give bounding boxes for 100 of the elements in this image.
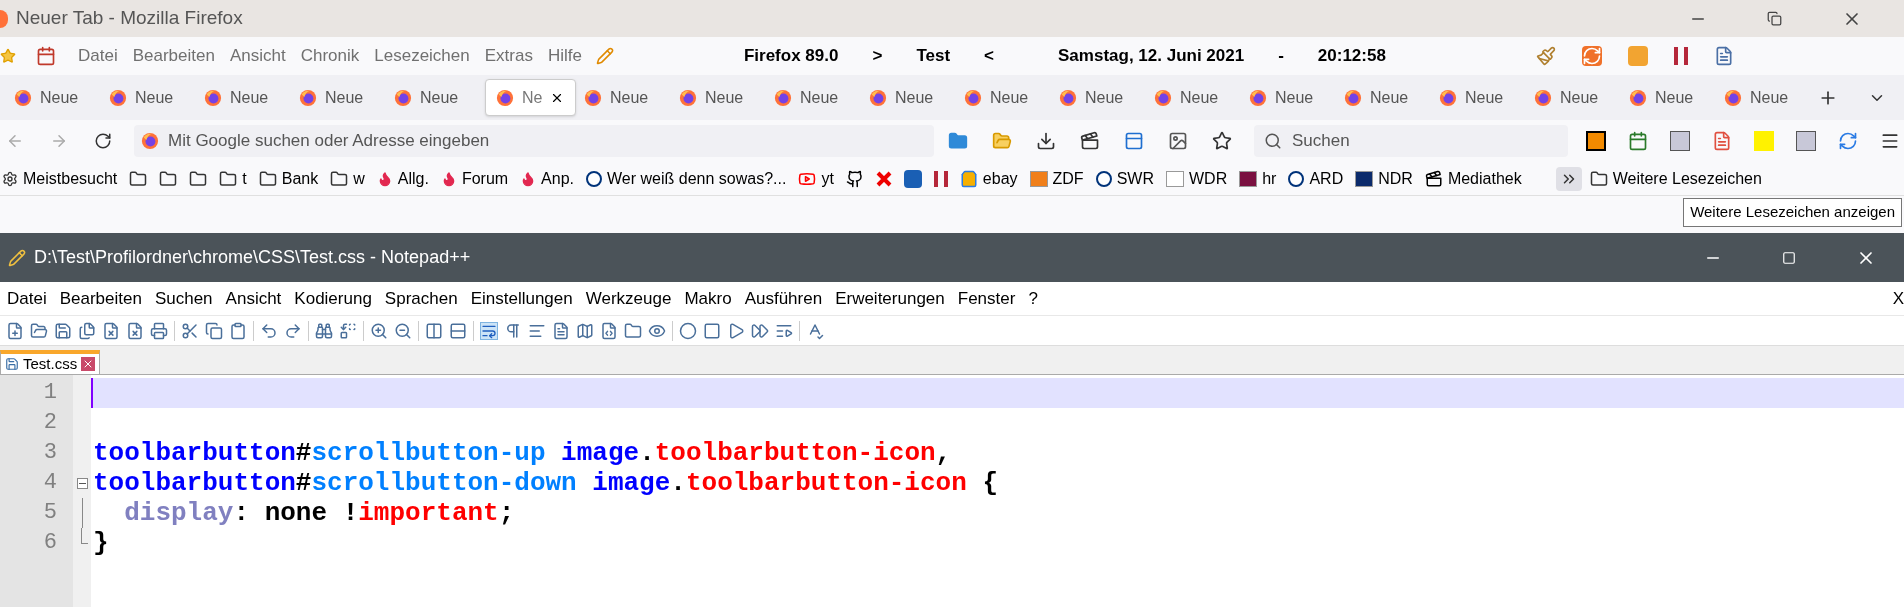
menu-item[interactable]: Werkzeuge bbox=[585, 285, 672, 312]
bookmark-item[interactable]: SWR bbox=[1095, 166, 1154, 191]
pencil-icon[interactable] bbox=[595, 47, 614, 65]
new-file-icon[interactable] bbox=[6, 321, 24, 340]
browser-tab[interactable]: Neue bbox=[198, 79, 293, 116]
split-view-icon[interactable] bbox=[425, 321, 443, 340]
folder-icon[interactable] bbox=[1589, 169, 1608, 188]
menu-item[interactable]: Datei bbox=[7, 285, 47, 312]
sync-icon[interactable] bbox=[1838, 131, 1858, 151]
zoom-in-icon[interactable] bbox=[370, 321, 388, 340]
browser-tab[interactable]: Neue bbox=[1148, 79, 1243, 116]
fast-forward-icon[interactable] bbox=[751, 321, 769, 340]
browser-tab[interactable]: Neue bbox=[768, 79, 863, 116]
save-icon[interactable] bbox=[54, 321, 72, 340]
browser-tab[interactable]: Neue bbox=[388, 79, 483, 116]
bookmark-item[interactable]: Meistbesucht bbox=[2, 166, 118, 191]
stop-icon[interactable] bbox=[703, 321, 721, 340]
bookmark-item[interactable]: hr bbox=[1239, 166, 1277, 191]
brush-icon[interactable] bbox=[1535, 46, 1556, 66]
logo-icon[interactable] bbox=[903, 169, 922, 188]
play-icon[interactable] bbox=[727, 321, 745, 340]
split-view-icon[interactable] bbox=[449, 321, 467, 340]
url-field[interactable]: Mit Google suchen oder Adresse eingeben bbox=[134, 125, 934, 157]
menu-icon[interactable] bbox=[1880, 131, 1900, 151]
record-icon[interactable] bbox=[679, 321, 697, 340]
browser-tab[interactable]: Neue bbox=[1053, 79, 1148, 116]
star-icon[interactable] bbox=[0, 48, 16, 64]
close-tab-icon[interactable] bbox=[81, 357, 96, 371]
menu-item[interactable]: Erweiterungen bbox=[835, 285, 945, 312]
document-tab[interactable]: Test.css bbox=[0, 350, 101, 374]
folder-icon[interactable] bbox=[189, 169, 208, 188]
document-icon[interactable] bbox=[552, 321, 570, 340]
function-list-icon[interactable] bbox=[600, 321, 618, 340]
close-document-button[interactable]: X bbox=[1892, 285, 1904, 312]
pilcrow-icon[interactable] bbox=[504, 321, 522, 340]
bookmark-item[interactable]: w bbox=[330, 166, 365, 191]
star-icon[interactable] bbox=[1212, 131, 1232, 151]
menu-item[interactable]: Bearbeiten bbox=[59, 285, 142, 312]
maximize-icon[interactable] bbox=[1782, 250, 1796, 265]
bookmark-item[interactable]: Anp. bbox=[520, 166, 575, 191]
menu-item[interactable]: Chronik bbox=[300, 43, 360, 69]
find-icon[interactable] bbox=[315, 321, 333, 340]
clapper-icon[interactable] bbox=[1424, 169, 1443, 188]
menu-item[interactable]: Makro bbox=[684, 285, 732, 312]
letter-tile-icon[interactable] bbox=[1796, 131, 1816, 151]
copy-icon[interactable] bbox=[205, 321, 223, 340]
bag-icon[interactable] bbox=[959, 169, 978, 188]
menu-item[interactable]: Einstellungen bbox=[470, 285, 573, 312]
cross-icon[interactable] bbox=[875, 170, 892, 187]
folder-icon[interactable] bbox=[159, 169, 178, 188]
browser-tab[interactable]: Neue bbox=[1243, 79, 1338, 116]
menu-item[interactable]: Datei bbox=[78, 43, 118, 69]
bookmark-item[interactable]: NDR bbox=[1355, 166, 1413, 191]
bookmark-item[interactable]: WDR bbox=[1165, 166, 1228, 191]
browser-tab[interactable]: Neue bbox=[1433, 79, 1528, 116]
browser-tab[interactable]: Neue bbox=[673, 79, 768, 116]
picture-frame-icon[interactable] bbox=[1168, 131, 1188, 151]
folder-icon[interactable] bbox=[624, 321, 642, 340]
folder-icon[interactable] bbox=[219, 169, 238, 188]
folder-icon[interactable] bbox=[258, 169, 277, 188]
browser-tab[interactable]: Neue bbox=[958, 79, 1053, 116]
clapper-icon[interactable] bbox=[1080, 131, 1100, 151]
browser-tab[interactable]: Neue bbox=[1528, 79, 1623, 116]
browser-tab[interactable]: Neue bbox=[578, 79, 673, 116]
folder-icon[interactable] bbox=[330, 169, 349, 188]
fold-toggle-icon[interactable] bbox=[76, 477, 88, 489]
bookmark-item[interactable]: Wer weiß denn sowas?... bbox=[586, 166, 787, 191]
bookmark-item[interactable]: yt bbox=[798, 166, 834, 191]
bookmark-item[interactable]: ARD bbox=[1288, 166, 1344, 191]
save-all-icon[interactable] bbox=[78, 321, 96, 340]
refresh-icon[interactable] bbox=[1581, 46, 1602, 66]
bookmark-item[interactable]: Forum bbox=[440, 166, 509, 191]
browser-tab[interactable]: Neue bbox=[293, 79, 388, 116]
menu-item[interactable]: Extras bbox=[484, 43, 533, 69]
browser-tab[interactable]: Neue bbox=[1623, 79, 1718, 116]
bookmark-item[interactable]: t bbox=[219, 166, 247, 191]
menu-item[interactable]: Ausführen bbox=[744, 285, 823, 312]
menu-item[interactable]: Ansicht bbox=[229, 43, 286, 69]
menu-item[interactable]: Bearbeiten bbox=[132, 43, 215, 69]
close-all-icon[interactable] bbox=[126, 321, 144, 340]
folder-icon[interactable] bbox=[129, 169, 148, 188]
search-box-icon[interactable] bbox=[1586, 131, 1606, 151]
gear-icon[interactable] bbox=[2, 170, 18, 187]
notepad-icon[interactable] bbox=[8, 248, 26, 267]
browser-tab[interactable]: Neue bbox=[1338, 79, 1433, 116]
letter-tile-icon[interactable] bbox=[1670, 131, 1690, 151]
print-icon[interactable] bbox=[150, 321, 168, 340]
calendar-icon[interactable] bbox=[36, 46, 56, 66]
word-wrap-icon[interactable] bbox=[480, 321, 498, 340]
menu-item[interactable]: Hilfe bbox=[547, 43, 582, 69]
save-icon[interactable] bbox=[5, 357, 19, 371]
undo-icon[interactable] bbox=[260, 321, 278, 340]
bookmark-item[interactable]: ZDF bbox=[1029, 166, 1084, 191]
redo-icon[interactable] bbox=[284, 321, 302, 340]
menu-item[interactable]: Sprachen bbox=[384, 285, 458, 312]
menu-item[interactable]: ? bbox=[1028, 285, 1038, 312]
restore-icon[interactable] bbox=[1767, 11, 1782, 26]
bookmark-item[interactable]: ebay bbox=[959, 166, 1018, 191]
browser-tab[interactable]: Neue bbox=[1718, 79, 1813, 116]
panel-icon[interactable] bbox=[1124, 131, 1144, 151]
